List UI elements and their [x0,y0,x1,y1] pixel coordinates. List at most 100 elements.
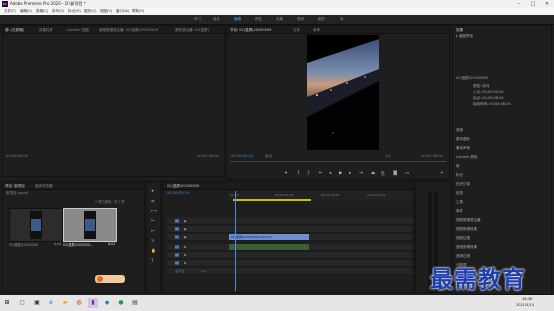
step-forward-icon[interactable]: ▸ [349,171,351,176]
maximize-icon[interactable]: □ [526,0,540,8]
tab-timeline-sequence[interactable]: 02(竖屏)20200509 [167,184,199,189]
comparison-view-icon[interactable]: ▭ [405,171,409,176]
track-a2[interactable]: A2 M [167,252,413,259]
eye-icon[interactable]: ◉ [183,227,187,231]
marker-icon[interactable]: ▾ [285,171,287,176]
program-video-frame[interactable] [307,35,379,150]
track-target-v2[interactable]: V2 [175,227,179,231]
chrome-icon[interactable]: ◍ [74,298,84,308]
tab-reference[interactable]: 参考 [313,28,320,33]
selection-tool-icon[interactable]: ➤ [151,188,154,193]
panel-item-video-clip-effects[interactable]: 视频剪辑效果 [456,227,477,232]
project-item-selected[interactable] [63,208,117,242]
tab-lumetri-scopes[interactable]: Lumetri 范围 [67,28,89,33]
record-icon[interactable] [97,276,103,282]
tab-media-browser[interactable]: 媒体浏览器 [35,184,53,189]
menu-help[interactable]: 帮助(H) [132,9,144,14]
program-scrub-bar[interactable] [230,161,446,162]
menu-file[interactable]: 文件(F) [4,9,16,14]
edge-browser-icon[interactable]: e [46,298,56,308]
task-view-icon[interactable]: ▣ [32,298,42,308]
panel-item-audio[interactable]: 音频 [456,128,463,133]
search-icon[interactable]: ○ [17,298,27,308]
tab-text[interactable]: 文本 [293,28,300,33]
workspace-color[interactable]: 颜色 [255,17,262,22]
wechat-icon[interactable]: ● [116,298,126,308]
playhead[interactable] [234,191,236,291]
panel-item-history[interactable]: 历史记录 [456,182,470,187]
mark-out-icon[interactable]: } [307,171,310,176]
mark-in-icon[interactable]: { [297,171,300,176]
master-track-value[interactable]: 0.0 [201,269,206,273]
ripple-edit-tool-icon[interactable]: ⟷ [151,208,157,213]
pen-tool-icon[interactable]: ✎ [151,238,154,243]
tab-project[interactable]: 项目: 新项目 [5,184,25,189]
track-a3[interactable]: A3 M [167,260,413,267]
mute-icon[interactable]: M [183,261,187,265]
program-resolution-select[interactable]: 1/2 [385,154,391,158]
panel-item-markers[interactable]: 标记 [456,173,463,178]
track-target-a3[interactable]: A3 [175,261,179,265]
video-clip[interactable]: 02(竖屏)20200509.mp4 [V] [229,234,309,240]
tab-source[interactable]: 源: (无剪辑) [5,28,24,33]
effects-preset-folder[interactable]: ▸ 速度预设 [456,34,473,39]
workspace-libraries[interactable]: 库 [340,17,344,22]
file-explorer-icon[interactable]: ▰ [60,298,70,308]
windows-start-icon[interactable]: ⊞ [2,298,12,308]
panel-item-events[interactable]: 事件 [456,209,463,214]
workspace-assembly[interactable]: 组件 [213,17,220,22]
work-area-bar[interactable] [233,199,311,201]
menu-view[interactable]: 视图(V) [100,9,112,14]
go-to-out-icon[interactable]: ⇥ [359,171,363,176]
time-ruler[interactable]: :00;00 00;00;04;29 00;00;09;29 00;00;14;… [229,191,413,201]
app-icon[interactable]: ◆ [102,298,112,308]
track-v2[interactable]: V2 ◉ [167,226,413,233]
menu-markers[interactable]: 标记(M) [68,9,81,14]
panel-item-essential-sound[interactable]: 基本声音 [456,146,470,151]
panel-item-lumetri-color[interactable]: Lumetri 颜色 [456,155,478,160]
track-target-v1[interactable]: V1 [175,235,179,239]
type-tool-icon[interactable]: T [151,258,153,263]
menu-clip[interactable]: 剪辑(C) [36,9,48,14]
menu-sequence[interactable]: 序列(S) [52,9,64,14]
track-a1[interactable]: A1 M [167,244,413,251]
panel-item-tools[interactable]: 工具 [456,200,463,205]
panel-item-info[interactable]: 信息 [456,191,463,196]
extract-icon[interactable]: ⎘ [381,171,385,177]
project-item[interactable] [9,208,63,242]
workspace-graphics[interactable]: 图形 [318,17,325,22]
panel-item-libraries[interactable]: 库 [456,164,460,169]
timeline-timecode[interactable]: 00;00;05;14 [167,191,189,195]
play-icon[interactable]: ▶ [339,171,342,176]
add-button-icon[interactable]: + [440,171,444,176]
mute-icon[interactable]: M [183,245,187,249]
audio-clip[interactable] [229,244,309,250]
slip-tool-icon[interactable]: ↔ [151,228,154,233]
tab-effect-controls[interactable]: 效果控件 [39,28,53,33]
tab-program[interactable]: 节目: 02(竖屏)20200509 [230,28,271,33]
track-target-v3[interactable]: V3 [175,219,179,223]
premiere-taskbar-icon[interactable]: ▮ [88,298,98,308]
panel-item-audio-clip-effects[interactable]: 音频剪辑效果 [456,245,477,250]
workspace-audio[interactable]: 音频 [297,17,304,22]
export-frame-icon[interactable]: ◙ [393,171,397,176]
track-target-a2[interactable]: A2 [175,253,179,257]
track-target-a1[interactable]: A1 [175,245,179,249]
track-v3[interactable]: V3 ◉ [167,218,413,225]
close-icon[interactable]: ✕ [540,0,554,8]
menu-window[interactable]: 窗口(W) [116,9,129,14]
track-v1[interactable]: V1 ◉ 02(竖屏)20200509.mp4 [V] [167,234,413,241]
panel-item-video-clip-mixer[interactable]: 视频剪辑混合器 [456,218,481,223]
menu-graphics[interactable]: 图形(G) [84,9,96,14]
workspace-editing[interactable]: 编辑 [234,17,241,22]
minimize-icon[interactable]: – [512,0,526,8]
store-icon[interactable]: ▤ [130,298,140,308]
panel-item-video-transitions[interactable]: 视频过渡 [456,236,470,241]
workspace-effects[interactable]: 效果 [276,17,283,22]
track-select-tool-icon[interactable]: ⇉ [151,198,154,203]
step-back-icon[interactable]: ◂ [329,171,331,176]
mute-icon[interactable]: M [183,253,187,257]
recording-toolbar[interactable] [95,275,125,283]
razor-tool-icon[interactable]: ✂ [151,218,154,223]
program-fit-select[interactable]: 适合 [265,154,272,159]
